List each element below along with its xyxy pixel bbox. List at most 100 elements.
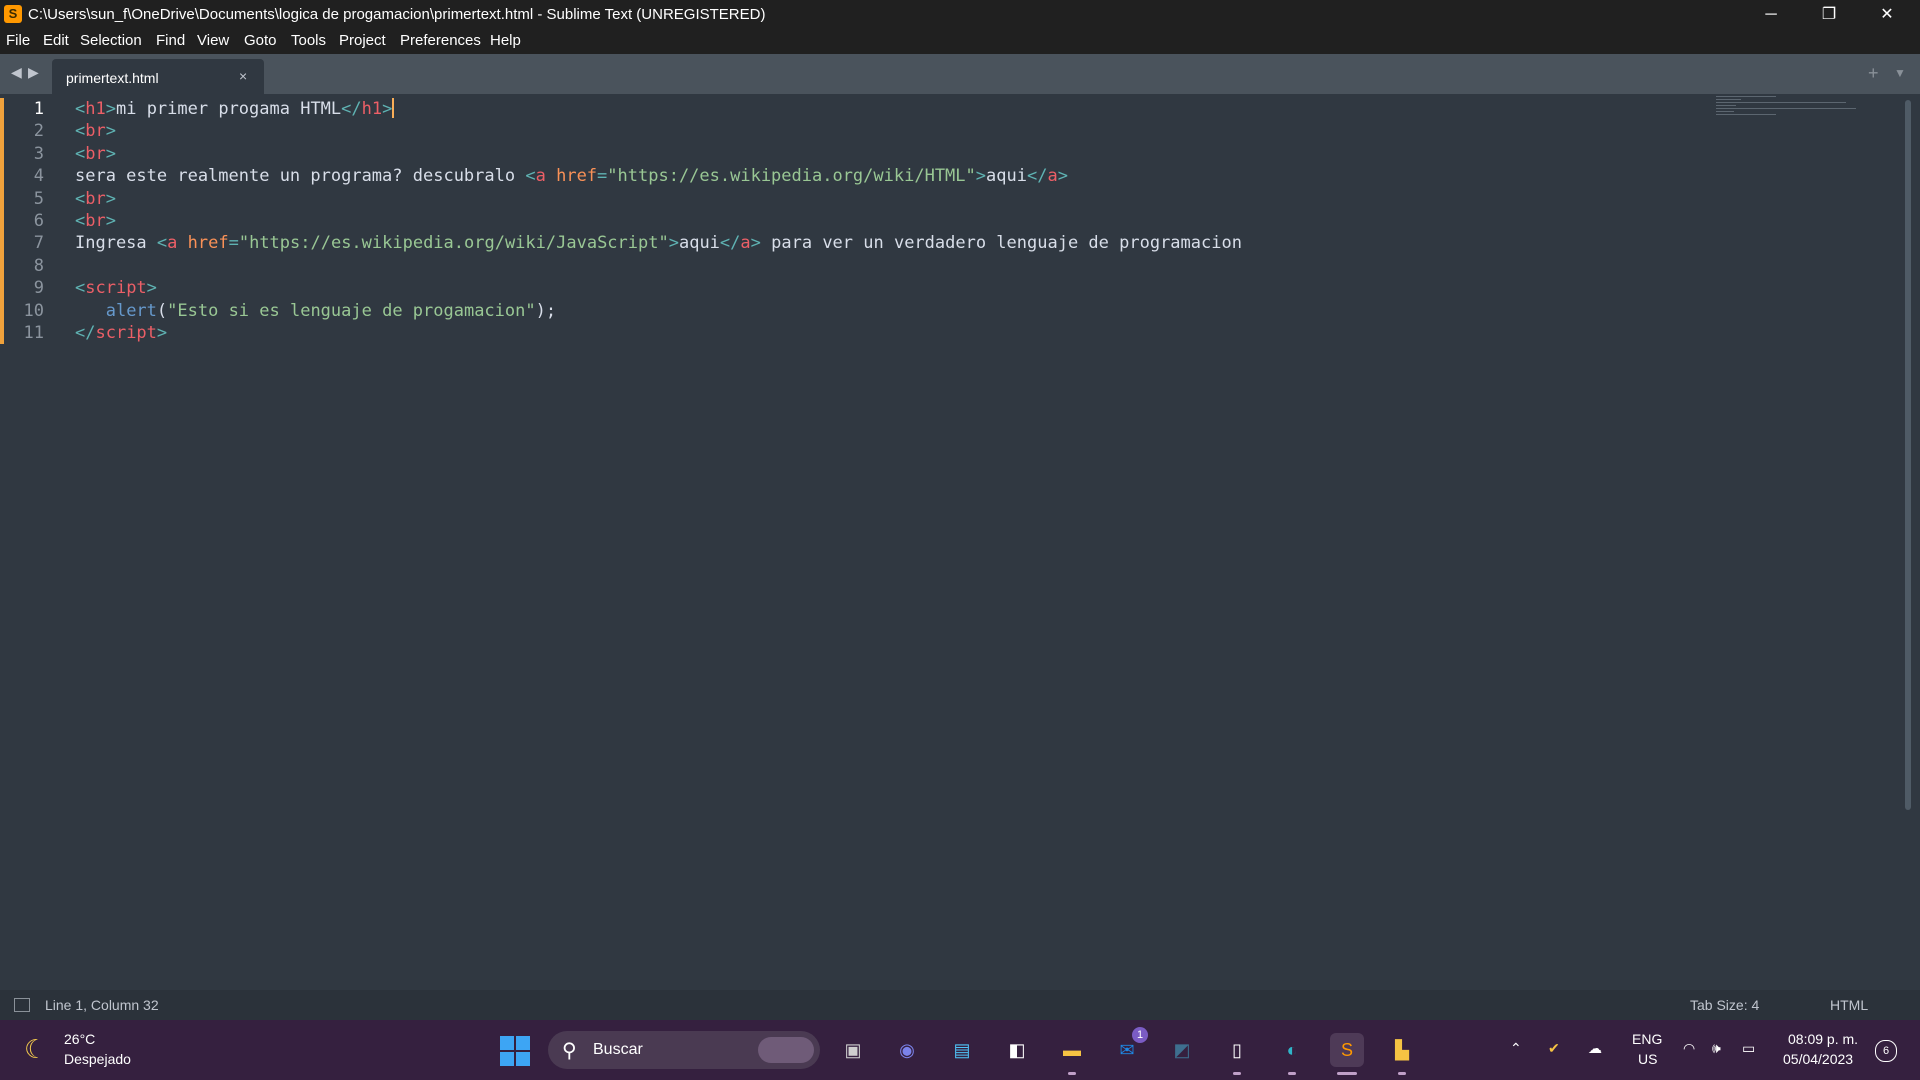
weather-temperature[interactable]: 26°C bbox=[64, 1031, 95, 1047]
menu-file[interactable]: File bbox=[6, 32, 30, 49]
clock-time[interactable]: 08:09 p. m. bbox=[1788, 1031, 1858, 1047]
vertical-scrollbar[interactable] bbox=[1905, 100, 1911, 810]
window-title: C:\Users\sun_f\OneDrive\Documents\logica… bbox=[28, 6, 766, 23]
sublime-text-taskbar-icon[interactable]: S bbox=[1330, 1033, 1364, 1067]
running-indicator bbox=[1288, 1072, 1296, 1075]
syntax-selector[interactable]: HTML bbox=[1830, 997, 1868, 1013]
code-token-tag: script bbox=[85, 278, 147, 299]
line-code: Ingresa <a href="https://es.wikipedia.or… bbox=[75, 232, 1242, 254]
code-token-text: aqui bbox=[678, 233, 720, 254]
status-bar: Line 1, Column 32 Tab Size: 4 HTML bbox=[0, 990, 1920, 1020]
file-explorer-icon[interactable]: ▬ bbox=[1055, 1033, 1089, 1067]
code-token-fn: alert bbox=[105, 300, 157, 321]
code-token-p: > bbox=[1057, 166, 1068, 187]
code-line[interactable]: 6 <br> bbox=[0, 210, 1700, 232]
battery-icon[interactable]: ▭ bbox=[1742, 1040, 1755, 1057]
line-number: 4 bbox=[33, 166, 44, 187]
language-region[interactable]: US bbox=[1638, 1051, 1657, 1067]
close-window-button[interactable]: ✕ bbox=[1858, 0, 1916, 29]
code-line[interactable]: 10 alert("Esto si es lenguaje de progama… bbox=[0, 300, 1700, 322]
code-line[interactable]: 1 <h1>mi primer progama HTML</h1> bbox=[0, 98, 1700, 120]
code-token-p: = bbox=[597, 166, 608, 187]
menu-edit[interactable]: Edit bbox=[43, 32, 69, 49]
notepad-icon[interactable]: ▤ bbox=[945, 1033, 979, 1067]
tab-primertext[interactable]: primertext.html × bbox=[52, 59, 264, 94]
menu-find[interactable]: Find bbox=[156, 32, 185, 49]
menu-project[interactable]: Project bbox=[339, 32, 386, 49]
code-token-p: > bbox=[105, 121, 116, 142]
code-token-p: > bbox=[975, 166, 987, 187]
code-token-p: < bbox=[75, 143, 86, 164]
line-code: <br> bbox=[75, 188, 116, 210]
code-line[interactable]: 3 <br> bbox=[0, 143, 1700, 165]
line-number: 9 bbox=[33, 278, 44, 299]
code-token-tag: h1 bbox=[85, 99, 106, 119]
file-manager-icon[interactable]: ▙ bbox=[1385, 1033, 1419, 1067]
code-line[interactable]: 9 <script> bbox=[0, 277, 1700, 299]
minimap[interactable] bbox=[1716, 96, 1856, 126]
code-token-p: < bbox=[156, 233, 168, 254]
code-editor[interactable]: 1 <h1>mi primer progama HTML</h1> 2 <br> 3 <b… bbox=[0, 94, 1920, 990]
task-view-icon[interactable]: ▣ bbox=[836, 1033, 870, 1067]
line-number: 2 bbox=[33, 121, 44, 142]
code-token-p: < bbox=[75, 99, 86, 119]
clock-date[interactable]: 05/04/2023 bbox=[1783, 1051, 1853, 1067]
wifi-icon[interactable]: ◠ bbox=[1683, 1040, 1695, 1057]
code-token-p: > bbox=[105, 188, 116, 209]
weather-condition[interactable]: Despejado bbox=[64, 1051, 131, 1067]
edge-browser-icon[interactable]: ◐ bbox=[1275, 1033, 1309, 1067]
menu-preferences[interactable]: Preferences bbox=[400, 32, 481, 49]
restore-button[interactable]: ❐ bbox=[1800, 0, 1858, 29]
code-line[interactable]: 5 <br> bbox=[0, 188, 1700, 210]
code-token-tag: br bbox=[85, 211, 106, 231]
code-token-p: </ bbox=[1026, 166, 1048, 187]
mysql-workbench-icon[interactable]: ◩ bbox=[1165, 1033, 1199, 1067]
search-label: Buscar bbox=[593, 1041, 643, 1058]
code-token-tag: a bbox=[535, 166, 546, 187]
tab-size-selector[interactable]: Tab Size: 4 bbox=[1690, 997, 1759, 1013]
menu-goto[interactable]: Goto bbox=[244, 32, 277, 49]
line-number: 7 bbox=[33, 233, 44, 254]
minimize-button[interactable]: ─ bbox=[1742, 0, 1800, 29]
menu-selection[interactable]: Selection bbox=[80, 32, 142, 49]
text-cursor bbox=[392, 98, 395, 118]
moon-icon[interactable]: ☾ bbox=[24, 1034, 47, 1065]
menu-help[interactable]: Help bbox=[490, 32, 521, 49]
title-bar: S C:\Users\sun_f\OneDrive\Documents\logi… bbox=[0, 0, 1920, 29]
line-number: 8 bbox=[33, 255, 44, 276]
nav-forward-icon[interactable]: ▶ bbox=[28, 64, 39, 81]
code-token-p: </ bbox=[341, 99, 362, 119]
code-token-tag: br bbox=[85, 143, 106, 164]
volume-icon[interactable]: 🕪 bbox=[1712, 1040, 1721, 1057]
code-line[interactable]: 4 sera este realmente un programa? descub… bbox=[0, 165, 1700, 187]
menu-view[interactable]: View bbox=[197, 32, 229, 49]
code-line[interactable]: 8 bbox=[0, 255, 1700, 277]
notification-badge[interactable]: 6 bbox=[1875, 1040, 1897, 1062]
blank-file-icon[interactable]: ▯ bbox=[1220, 1033, 1254, 1067]
tab-menu-icon[interactable]: ▼ bbox=[1894, 66, 1906, 80]
new-tab-icon[interactable]: + bbox=[1868, 63, 1879, 84]
code-token-p: > bbox=[105, 99, 116, 119]
code-token-tag: br bbox=[85, 121, 106, 142]
start-button[interactable] bbox=[500, 1036, 530, 1066]
code-line[interactable]: 11 </script> bbox=[0, 322, 1700, 344]
code-token-str: "Esto si es lenguaje de progamacion" bbox=[167, 300, 536, 321]
sublime-text-icon: S bbox=[4, 5, 22, 23]
code-line[interactable]: 7 Ingresa <a href="https://es.wikipedia.o… bbox=[0, 232, 1700, 254]
show-hidden-icons-chevron-icon[interactable]: ⌃ bbox=[1510, 1040, 1522, 1057]
microsoft-store-icon[interactable]: ◧ bbox=[1000, 1033, 1034, 1067]
norton-security-icon[interactable]: ✔ bbox=[1548, 1040, 1560, 1057]
sidebar-toggle-icon[interactable] bbox=[14, 998, 30, 1012]
teams-chat-icon[interactable]: ◉ bbox=[890, 1033, 924, 1067]
menu-tools[interactable]: Tools bbox=[291, 32, 326, 49]
tab-close-icon[interactable]: × bbox=[239, 68, 247, 84]
line-number: 3 bbox=[33, 143, 44, 164]
nav-back-icon[interactable]: ◀ bbox=[11, 64, 22, 81]
taskbar-search[interactable]: ⚲ Buscar bbox=[548, 1031, 820, 1069]
line-number: 6 bbox=[33, 211, 44, 231]
onedrive-cloud-icon[interactable]: ☁ bbox=[1588, 1040, 1602, 1057]
code-line[interactable]: 2 <br> bbox=[0, 120, 1700, 142]
menu-bar: File Edit Selection Find View Goto Tools… bbox=[0, 29, 1920, 54]
language-indicator[interactable]: ENG bbox=[1632, 1031, 1662, 1047]
